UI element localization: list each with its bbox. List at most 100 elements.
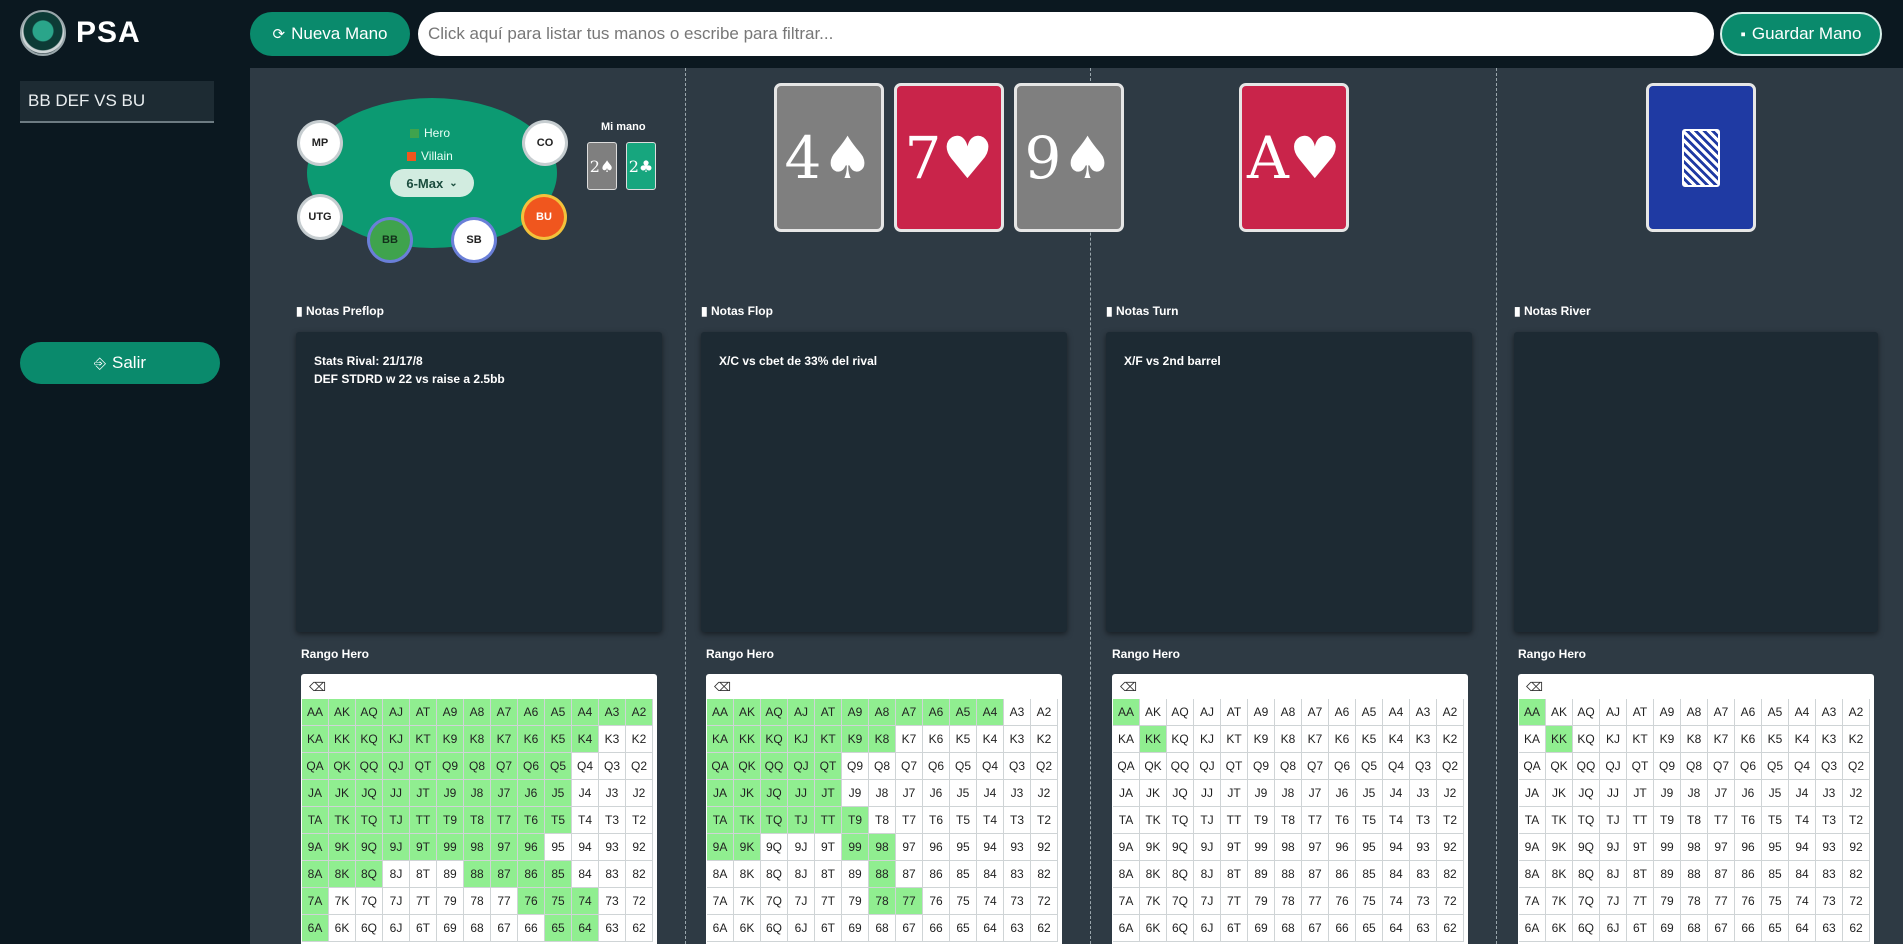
range-cell[interactable]: KA: [707, 726, 734, 753]
range-cell[interactable]: K4: [572, 726, 599, 753]
range-cell[interactable]: QJ: [1194, 753, 1221, 780]
range-cell[interactable]: 9Q: [1573, 834, 1600, 861]
range-cell[interactable]: 88: [869, 861, 896, 888]
range-cell[interactable]: 7A: [1519, 888, 1546, 915]
range-cell[interactable]: 82: [1843, 861, 1870, 888]
notes-flop-textarea[interactable]: X/C vs cbet de 33% del rival: [701, 332, 1067, 632]
range-cell[interactable]: A5: [950, 699, 977, 726]
range-cell[interactable]: 8K: [329, 861, 356, 888]
range-cell[interactable]: 62: [626, 915, 653, 942]
range-cell[interactable]: QJ: [788, 753, 815, 780]
hole-card-2[interactable]: 2♣: [626, 142, 656, 190]
range-cell[interactable]: T3: [599, 807, 626, 834]
range-cell[interactable]: A3: [1410, 699, 1437, 726]
range-cell[interactable]: 6K: [329, 915, 356, 942]
range-cell[interactable]: Q5: [1762, 753, 1789, 780]
range-cell[interactable]: 88: [1681, 861, 1708, 888]
range-cell[interactable]: KJ: [788, 726, 815, 753]
range-cell[interactable]: TK: [1140, 807, 1167, 834]
range-cell[interactable]: K4: [977, 726, 1004, 753]
range-cell[interactable]: 92: [1031, 834, 1058, 861]
range-cell[interactable]: J7: [491, 780, 518, 807]
range-cell[interactable]: T4: [1383, 807, 1410, 834]
range-cell[interactable]: 75: [545, 888, 572, 915]
range-cell[interactable]: Q6: [1735, 753, 1762, 780]
range-cell[interactable]: T4: [572, 807, 599, 834]
range-cell[interactable]: 89: [437, 861, 464, 888]
range-cell[interactable]: 76: [518, 888, 545, 915]
range-cell[interactable]: 96: [1329, 834, 1356, 861]
range-cell[interactable]: 7Q: [1167, 888, 1194, 915]
range-cell[interactable]: J4: [977, 780, 1004, 807]
range-cell[interactable]: 76: [1329, 888, 1356, 915]
range-cell[interactable]: J8: [464, 780, 491, 807]
range-cell[interactable]: 92: [1437, 834, 1464, 861]
range-cell[interactable]: 9Q: [356, 834, 383, 861]
range-cell[interactable]: T7: [896, 807, 923, 834]
range-cell[interactable]: JQ: [356, 780, 383, 807]
range-cell[interactable]: T6: [1329, 807, 1356, 834]
range-cell[interactable]: J3: [1816, 780, 1843, 807]
range-cell[interactable]: T3: [1004, 807, 1031, 834]
range-cell[interactable]: 9A: [1113, 834, 1140, 861]
range-cell[interactable]: J3: [1410, 780, 1437, 807]
range-cell[interactable]: 96: [923, 834, 950, 861]
range-cell[interactable]: A2: [626, 699, 653, 726]
range-cell[interactable]: 72: [1031, 888, 1058, 915]
range-cell[interactable]: KK: [734, 726, 761, 753]
range-cell[interactable]: QT: [1627, 753, 1654, 780]
range-cell[interactable]: Q3: [1816, 753, 1843, 780]
range-cell[interactable]: A7: [491, 699, 518, 726]
range-cell[interactable]: QQ: [1573, 753, 1600, 780]
range-cell[interactable]: Q6: [923, 753, 950, 780]
range-cell[interactable]: JJ: [383, 780, 410, 807]
range-cell[interactable]: 62: [1843, 915, 1870, 942]
range-cell[interactable]: QQ: [356, 753, 383, 780]
range-cell[interactable]: 79: [1248, 888, 1275, 915]
range-cell[interactable]: AA: [1519, 699, 1546, 726]
range-cell[interactable]: 85: [545, 861, 572, 888]
range-cell[interactable]: J2: [1031, 780, 1058, 807]
range-cell[interactable]: 9J: [1600, 834, 1627, 861]
range-cell[interactable]: 8A: [707, 861, 734, 888]
range-cell[interactable]: J5: [1762, 780, 1789, 807]
range-cell[interactable]: 73: [1816, 888, 1843, 915]
range-cell[interactable]: 7K: [1546, 888, 1573, 915]
range-cell[interactable]: J2: [1843, 780, 1870, 807]
range-cell[interactable]: Q4: [1789, 753, 1816, 780]
range-cell[interactable]: KK: [329, 726, 356, 753]
range-cell[interactable]: 95: [1356, 834, 1383, 861]
range-cell[interactable]: KQ: [1573, 726, 1600, 753]
range-cell[interactable]: Q9: [1654, 753, 1681, 780]
range-cell[interactable]: JJ: [1194, 780, 1221, 807]
range-cell[interactable]: 6K: [1140, 915, 1167, 942]
range-cell[interactable]: K8: [1681, 726, 1708, 753]
range-cell[interactable]: AK: [734, 699, 761, 726]
range-cell[interactable]: 73: [1004, 888, 1031, 915]
range-cell[interactable]: K3: [1410, 726, 1437, 753]
range-cell[interactable]: QK: [329, 753, 356, 780]
seat-mp[interactable]: MP: [300, 123, 340, 163]
range-cell[interactable]: A7: [896, 699, 923, 726]
notes-turn-textarea[interactable]: X/F vs 2nd barrel: [1106, 332, 1472, 632]
range-cell[interactable]: T3: [1410, 807, 1437, 834]
range-cell[interactable]: JT: [815, 780, 842, 807]
range-cell[interactable]: 6J: [1600, 915, 1627, 942]
range-cell[interactable]: K8: [464, 726, 491, 753]
table-format-select[interactable]: 6-Max ⌄: [390, 169, 474, 197]
range-cell[interactable]: AA: [1113, 699, 1140, 726]
range-cell[interactable]: 77: [491, 888, 518, 915]
range-cell[interactable]: K5: [950, 726, 977, 753]
range-cell[interactable]: 7T: [815, 888, 842, 915]
range-cell[interactable]: K6: [518, 726, 545, 753]
range-cell[interactable]: 76: [923, 888, 950, 915]
range-cell[interactable]: 97: [491, 834, 518, 861]
range-cell[interactable]: K6: [1329, 726, 1356, 753]
range-cell[interactable]: 64: [1383, 915, 1410, 942]
range-cell[interactable]: 7J: [383, 888, 410, 915]
range-cell[interactable]: 88: [464, 861, 491, 888]
range-cell[interactable]: J5: [545, 780, 572, 807]
range-cell[interactable]: AQ: [1573, 699, 1600, 726]
range-cell[interactable]: Q4: [1383, 753, 1410, 780]
range-cell[interactable]: 8Q: [761, 861, 788, 888]
